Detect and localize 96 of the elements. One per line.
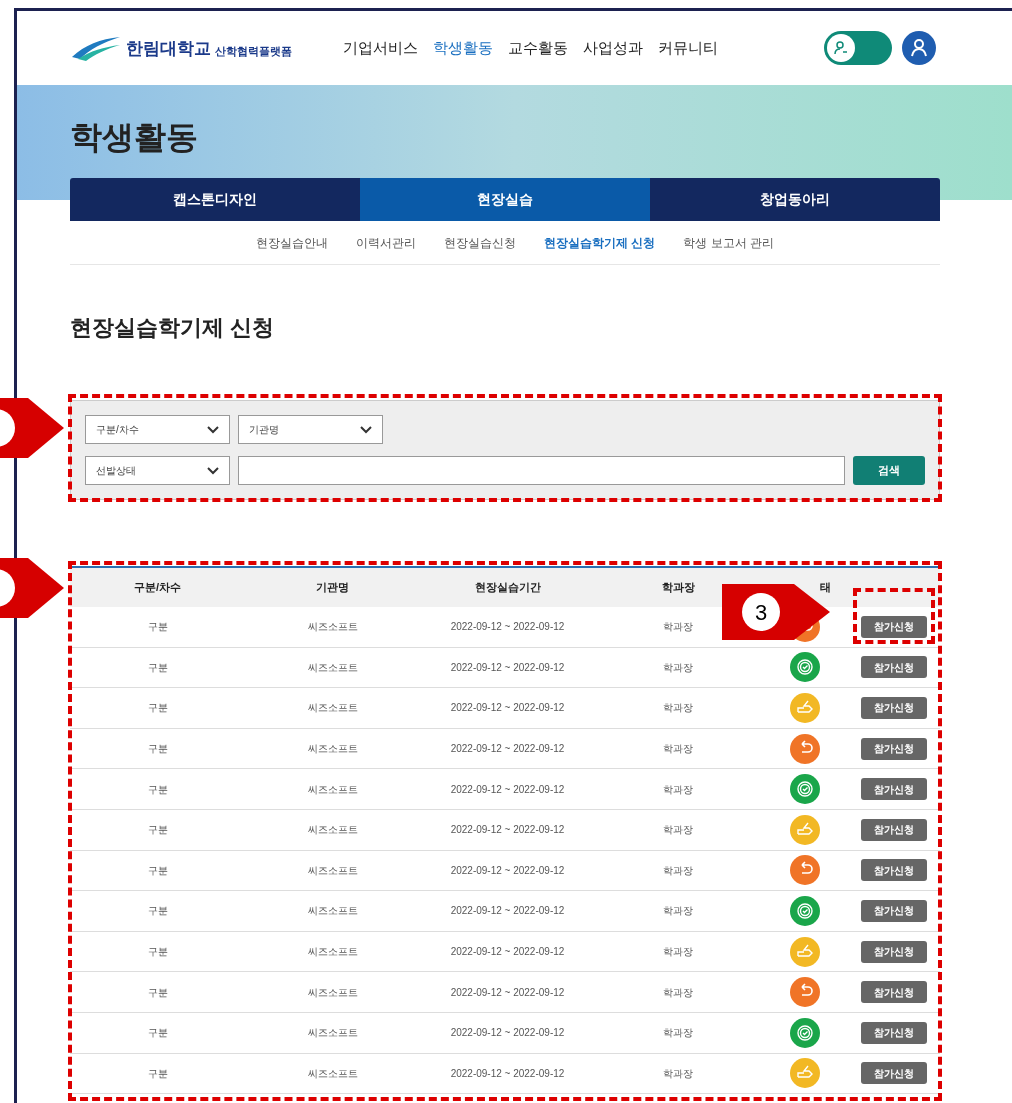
apply-button[interactable]: 참가신청	[861, 778, 927, 801]
person-pill-button[interactable]	[824, 31, 892, 65]
chevron-down-icon	[207, 466, 219, 475]
table-cell-text: 구분	[146, 823, 169, 838]
table-cell-text: 2022-09-12 ~ 2022-09-12	[449, 701, 566, 716]
tab[interactable]: 현장실습	[360, 178, 650, 221]
table-cell-text: 씨즈소프트	[306, 1026, 359, 1041]
table-cell-text: 구분	[146, 782, 169, 797]
select-dropdown[interactable]: 구분/차수	[85, 415, 230, 444]
tab[interactable]: 캡스톤디자인	[70, 178, 360, 221]
tab[interactable]: 창업동아리	[650, 178, 940, 221]
table-cell-text: 학과장	[662, 1066, 694, 1081]
table-cell-text: 구분	[146, 985, 169, 1000]
apply-button[interactable]: 참가신청	[861, 981, 927, 1004]
table-cell-text: 씨즈소프트	[306, 660, 359, 675]
apply-button[interactable]: 참가신청	[861, 615, 927, 638]
table-cell-text: 구분	[146, 1026, 169, 1041]
column-header: 태	[818, 580, 832, 596]
section-heading: 현장실습학기제 신청	[70, 314, 276, 342]
table-cell-text: 씨즈소프트	[306, 985, 359, 1000]
table-cell-text: 씨즈소프트	[306, 782, 359, 797]
user-icon	[911, 39, 927, 57]
table-cell-text: 씨즈소프트	[306, 620, 359, 635]
subtab-link[interactable]: 이력서관리	[356, 233, 416, 252]
table-cell-text: 2022-09-12 ~ 2022-09-12	[449, 620, 566, 635]
apply-button[interactable]: 참가신청	[861, 899, 927, 922]
table-cell-text: 학과장	[662, 945, 694, 960]
column-header: 구분/차수	[132, 580, 183, 596]
table-cell-text: 학과장	[662, 701, 694, 716]
callout-number: 3	[754, 598, 768, 627]
table-cell-text: 2022-09-12 ~ 2022-09-12	[449, 1026, 566, 1041]
apply-button[interactable]: 참가신청	[861, 940, 927, 963]
table-cell-text: 2022-09-12 ~ 2022-09-12	[449, 985, 566, 1000]
table-cell-text: 구분	[146, 701, 169, 716]
table-cell-text: 학과장	[662, 620, 694, 635]
table-cell-text: 2022-09-12 ~ 2022-09-12	[449, 904, 566, 919]
nav-link[interactable]: 커뮤니티	[658, 36, 718, 60]
subtab-link[interactable]: 학생 보고서 관리	[683, 233, 774, 252]
table-cell-text: 2022-09-12 ~ 2022-09-12	[449, 823, 566, 838]
apply-button[interactable]: 참가신청	[861, 1021, 927, 1044]
table-cell-text: 2022-09-12 ~ 2022-09-12	[449, 863, 566, 878]
nav-link[interactable]: 학생활동	[433, 36, 493, 60]
table-cell-text: 구분	[146, 945, 169, 960]
apply-button[interactable]: 참가신청	[861, 1062, 927, 1085]
column-header: 학과장	[660, 580, 696, 596]
select-dropdown[interactable]: 기관명	[238, 415, 383, 444]
column-header: 기관명	[315, 580, 350, 596]
table-cell-text: 2022-09-12 ~ 2022-09-12	[449, 742, 566, 757]
table-cell-text: 구분	[146, 742, 169, 757]
table-cell-text: 씨즈소프트	[306, 701, 359, 716]
table-cell-text: 학과장	[662, 904, 694, 919]
apply-button[interactable]: 참가신청	[861, 697, 927, 719]
nav-link[interactable]: 사업성과	[583, 36, 643, 60]
table-cell-text: 2022-09-12 ~ 2022-09-12	[449, 945, 566, 960]
table-cell-text: 학과장	[662, 742, 694, 757]
apply-button[interactable]: 참가신청	[861, 656, 927, 679]
chevron-down-icon	[207, 425, 219, 434]
table-cell-text: 구분	[146, 1066, 169, 1081]
nav-link[interactable]: 기업서비스	[343, 36, 418, 60]
apply-button[interactable]: 참가신청	[861, 737, 927, 760]
nav-link[interactable]: 교수활동	[508, 36, 568, 60]
table-cell-text: 구분	[146, 863, 169, 878]
table-cell-text: 2022-09-12 ~ 2022-09-12	[449, 1066, 566, 1081]
logo-name: 한림대학교	[126, 37, 211, 60]
subtab-link[interactable]: 현장실습신청	[444, 233, 516, 252]
table-cell-text: 씨즈소프트	[306, 904, 359, 919]
table-cell-text: 씨즈소프트	[306, 1066, 359, 1081]
subtab-link[interactable]: 현장실습학기제 신청	[544, 233, 656, 252]
table-cell-text: 구분	[146, 660, 169, 675]
table-cell-text: 씨즈소프트	[306, 945, 359, 960]
table-cell-text: 학과장	[662, 660, 694, 675]
table-cell-text: 학과장	[662, 985, 694, 1000]
table-cell-text: 학과장	[662, 863, 694, 878]
column-header: 현장실습기간	[473, 580, 542, 596]
table-cell-text: 2022-09-12 ~ 2022-09-12	[449, 782, 566, 797]
search-field[interactable]	[238, 456, 845, 485]
table-cell-text: 학과장	[662, 823, 694, 838]
person-icon	[833, 40, 849, 56]
subtab-link[interactable]: 현장실습안내	[256, 233, 328, 252]
chevron-down-icon	[360, 425, 372, 434]
table-cell-text: 학과장	[662, 1026, 694, 1041]
table-cell-text: 구분	[146, 620, 169, 635]
table-cell-text: 씨즈소프트	[306, 823, 359, 838]
logo-icon	[70, 35, 122, 61]
page-title: 학생활동	[70, 118, 199, 157]
table-cell-text: 구분	[146, 904, 169, 919]
table-cell-text: 2022-09-12 ~ 2022-09-12	[449, 660, 566, 675]
table-cell-text: 학과장	[662, 782, 694, 797]
select-dropdown[interactable]: 선발상태	[85, 456, 230, 485]
user-button[interactable]	[902, 31, 936, 65]
logo-subtitle: 산학협력플랫폼	[215, 43, 292, 59]
table-cell-text: 씨즈소프트	[306, 863, 359, 878]
table-cell-text: 씨즈소프트	[306, 742, 359, 757]
apply-button[interactable]: 참가신청	[861, 859, 927, 882]
search-button[interactable]: 검색	[853, 456, 925, 485]
apply-button[interactable]: 참가신청	[861, 818, 927, 841]
